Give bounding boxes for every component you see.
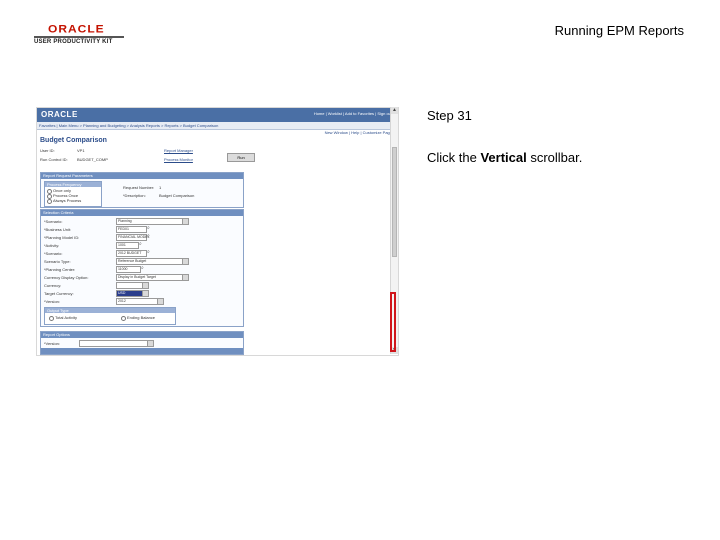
dropdown-arrow-icon[interactable]: [147, 341, 153, 346]
radio-always[interactable]: [47, 199, 52, 204]
field-label: *Planning Model ID:: [44, 235, 80, 240]
page-title: Budget Comparison: [40, 137, 107, 144]
lookup-icon[interactable]: ⌕: [147, 225, 150, 231]
lookup-icon[interactable]: ⌕: [141, 265, 144, 271]
field-value: FINANCIAL MODEL: [118, 235, 150, 239]
field-label: Currency:: [44, 283, 62, 288]
dropdown-arrow-icon[interactable]: [182, 259, 188, 264]
field-value: USD: [118, 291, 126, 295]
field-label: *Business Unit:: [44, 227, 72, 232]
application-screenshot: ORACLE Home | Worklist | Add to Favorite…: [36, 107, 399, 356]
dropdown-arrow-icon[interactable]: [142, 283, 148, 288]
user-id-label: User ID:: [40, 148, 55, 153]
logo-upk-text: USER PRODUCTIVITY KIT: [34, 39, 113, 45]
target-currency-select[interactable]: USD: [116, 290, 149, 297]
section-header: Selection Criteria: [41, 210, 243, 216]
step-instruction: Click the Vertical scrollbar.: [427, 150, 582, 165]
lookup-icon[interactable]: ⌕: [147, 249, 150, 255]
description-label: *Description:: [123, 193, 146, 198]
scroll-up-arrow-icon[interactable]: ▲: [391, 107, 398, 114]
field-label: *Version:: [44, 299, 61, 304]
app-brand: ORACLE: [41, 110, 78, 119]
planning-model-input[interactable]: FINANCIAL MODEL: [116, 234, 150, 241]
lookup-icon[interactable]: ⌕: [139, 241, 142, 247]
scenario-select[interactable]: Planning: [116, 218, 189, 225]
field-label: *Activity:: [44, 243, 60, 248]
business-unit-input[interactable]: FED01: [116, 226, 147, 233]
description-value: Budget Comparison: [159, 193, 195, 198]
dropdown-arrow-icon[interactable]: [157, 299, 163, 304]
activity-input[interactable]: 1001: [116, 242, 139, 249]
process-monitor-link[interactable]: Process Monitor: [164, 157, 193, 162]
app-navbar: Favorites | Main Menu > Planning and Bud…: [37, 122, 398, 130]
subsection-header: Output Type: [45, 308, 175, 313]
field-value: Reference Budget: [118, 259, 147, 263]
currency-select[interactable]: [116, 282, 149, 289]
field-label: *Planning Center:: [44, 267, 76, 272]
instruction-suffix: scrollbar.: [526, 150, 583, 165]
user-id-value: VP1: [77, 148, 85, 153]
dropdown-arrow-icon[interactable]: [142, 291, 148, 296]
run-control-label: Run Control ID:: [40, 157, 68, 162]
scenario-type-select[interactable]: Reference Budget: [116, 258, 189, 265]
step-title: Step 31: [427, 108, 472, 123]
currency-display-select[interactable]: Display in Budget Target: [116, 274, 189, 281]
run-button[interactable]: Run: [227, 153, 255, 162]
instruction-target: Vertical: [480, 150, 527, 165]
version-select[interactable]: 2012: [116, 298, 164, 305]
process-frequency-box: Process Frequency Once only Process Once…: [44, 181, 102, 207]
section-header: Report Options: [41, 332, 243, 338]
radio-label: Total Activity: [55, 315, 78, 320]
app-top-links[interactable]: Home | Worklist | Add to Favorites | Sig…: [314, 111, 392, 116]
run-control-value: BUDGET_COMP: [77, 157, 108, 162]
app-topbar: ORACLE Home | Worklist | Add to Favorite…: [37, 108, 398, 122]
field-value: FED01: [118, 227, 129, 231]
vertical-scrollbar-highlight[interactable]: [390, 292, 396, 352]
radio-label: Always Process: [53, 198, 82, 203]
field-label: Currency Display Option:: [44, 275, 89, 280]
output-type-box: Output Type Total Activity Ending Balanc…: [44, 307, 176, 325]
radio-ending-balance[interactable]: [121, 316, 126, 321]
planning-center-input[interactable]: 11000: [116, 266, 141, 273]
section-header: Report Request Parameters: [41, 173, 243, 179]
field-value: 2012: [118, 299, 126, 303]
scrollbar-thumb[interactable]: [392, 147, 397, 257]
report-request-section: Report Request Parameters Process Freque…: [40, 172, 244, 208]
request-number-label: Request Number:: [123, 185, 155, 190]
selection-criteria-section: Selection Criteria *Scenario: Planning *…: [40, 209, 244, 327]
request-number-value: 1: [159, 185, 162, 190]
field-value: 1001: [118, 243, 126, 247]
field-value: Display in Budget Target: [118, 275, 156, 279]
app-breadcrumb[interactable]: Favorites | Main Menu > Planning and Bud…: [39, 123, 218, 128]
oracle-upk-logo: ORACLE USER PRODUCTIVITY KIT: [34, 22, 124, 50]
logo-divider: [34, 36, 124, 38]
field-label: *Version:: [44, 341, 61, 346]
radio-total-activity[interactable]: [49, 316, 54, 321]
field-label: *Scenario:: [44, 219, 63, 224]
report-version-select[interactable]: [79, 340, 154, 347]
field-value: 11000: [118, 267, 128, 271]
report-options-section: Report Options *Version:: [40, 331, 244, 355]
lookup-icon[interactable]: ⌕: [147, 233, 150, 239]
field-label: Scenario Type:: [44, 259, 71, 264]
dropdown-arrow-icon[interactable]: [182, 219, 188, 224]
scenario-input[interactable]: 2012 BUDGET: [116, 250, 147, 257]
document-title: Running EPM Reports: [554, 23, 684, 38]
field-value: 2012 BUDGET: [118, 251, 142, 255]
page-utility-links[interactable]: New Window | Help | Customize Page: [325, 130, 392, 135]
field-value: Planning: [118, 219, 132, 223]
logo-oracle-text: ORACLE: [48, 22, 105, 36]
radio-label: Ending Balance: [127, 315, 156, 320]
dropdown-arrow-icon[interactable]: [182, 275, 188, 280]
table-header-bar: [41, 348, 243, 354]
field-label: Target Currency:: [44, 291, 74, 296]
report-manager-link[interactable]: Report Manager: [164, 148, 193, 153]
field-label: *Scenario:: [44, 251, 63, 256]
subsection-header: Process Frequency: [45, 182, 101, 187]
instruction-prefix: Click the: [427, 150, 481, 165]
